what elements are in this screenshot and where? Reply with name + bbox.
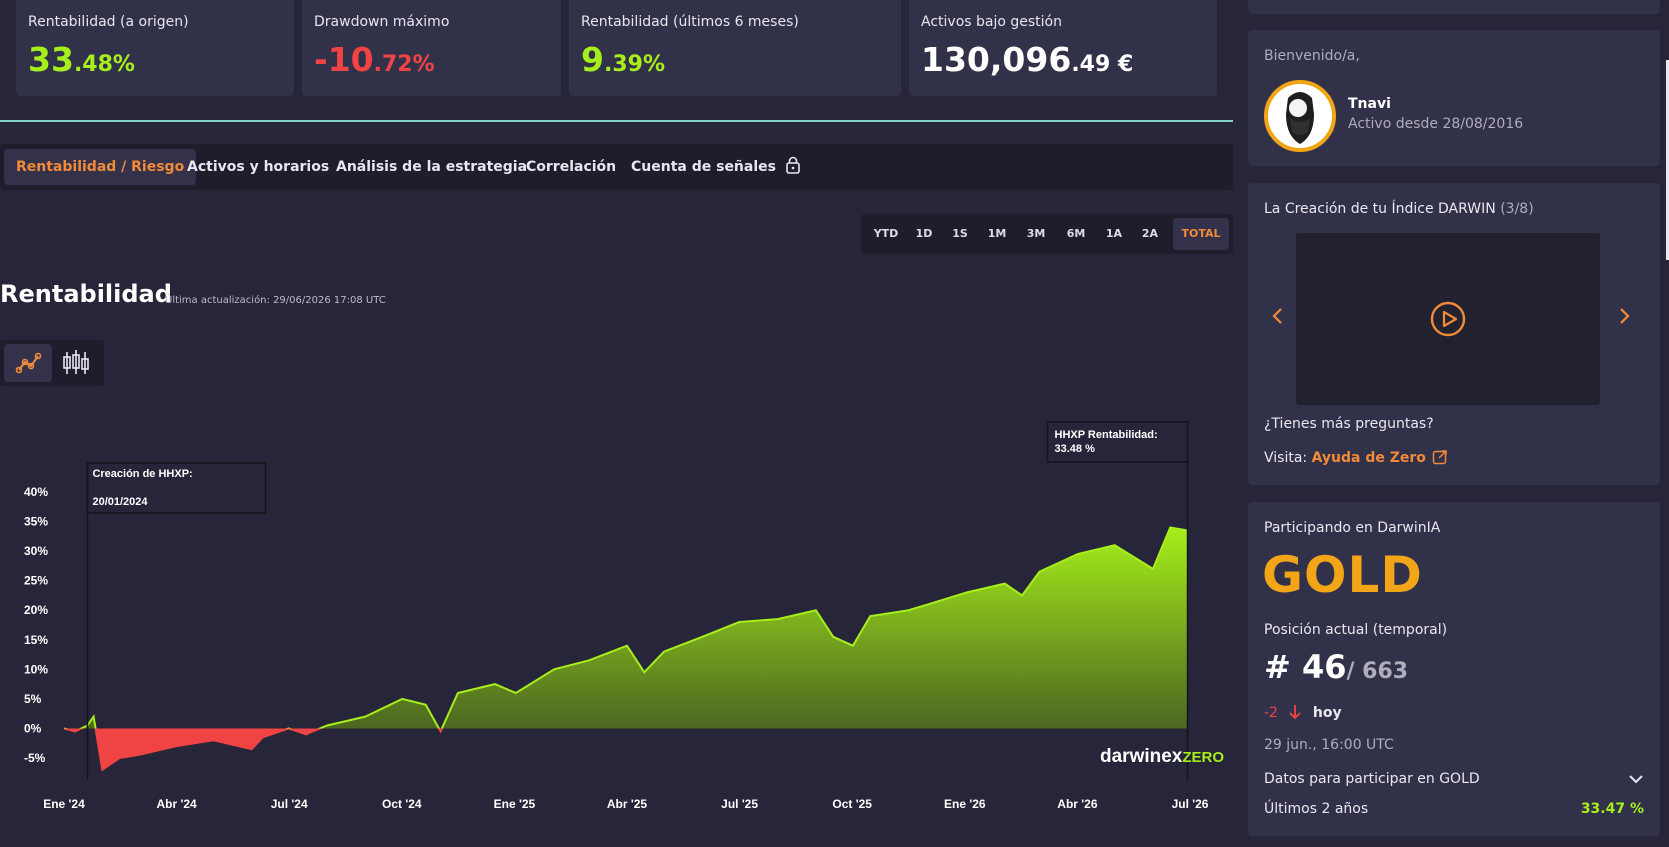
last-update: Última actualización: 29/06/2026 17:08 U… bbox=[165, 295, 386, 306]
y-tick-label: 20% bbox=[24, 603, 48, 617]
index-card-title: La Creación de tu Índice DARWIN (3/8) bbox=[1264, 201, 1534, 217]
y-tick-label: -5% bbox=[24, 751, 46, 765]
y-tick-label: 35% bbox=[24, 515, 48, 529]
kpi-value: 130,096.49 € bbox=[921, 40, 1134, 79]
y-tick-label: 40% bbox=[24, 485, 48, 499]
y-tick-label: 25% bbox=[24, 574, 48, 588]
avatar-image bbox=[1286, 92, 1314, 144]
chart-title: Rentabilidad bbox=[0, 280, 172, 308]
kpi-label: Drawdown máximo bbox=[314, 14, 450, 30]
time-range-selector: YTD 1D 1S 1M 3M 6M 1A 2A TOTAL bbox=[861, 214, 1233, 254]
kpi-value: 33.48% bbox=[28, 40, 135, 79]
section-divider bbox=[0, 120, 1233, 122]
x-tick-label: Jul '24 bbox=[271, 797, 308, 811]
kpi-value: 9.39% bbox=[581, 40, 665, 79]
rank: # 46/ 663 bbox=[1264, 648, 1409, 686]
kpi-label: Activos bajo gestión bbox=[921, 14, 1062, 30]
range-6m[interactable]: 6M bbox=[1059, 218, 1093, 250]
range-total[interactable]: TOTAL bbox=[1173, 218, 1229, 250]
kpi-card-6m-return: Rentabilidad (últimos 6 meses) 9.39% bbox=[569, 0, 901, 96]
x-tick-label: Ene '26 bbox=[944, 797, 986, 811]
darwinia-title: Participando en DarwinIA bbox=[1264, 520, 1441, 536]
y-tick-label: 30% bbox=[24, 544, 48, 558]
chevron-down-icon bbox=[1629, 775, 1643, 784]
video-player[interactable] bbox=[1296, 233, 1600, 405]
end-annotation-title: HHXP Rentabilidad: bbox=[1055, 429, 1158, 441]
details-toggle[interactable]: Datos para participar en GOLD bbox=[1264, 771, 1644, 787]
candlestick-chart-button[interactable] bbox=[52, 344, 100, 382]
chevron-right-icon bbox=[1620, 308, 1630, 324]
position-label: Posición actual (temporal) bbox=[1264, 622, 1448, 638]
range-3m[interactable]: 3M bbox=[1019, 218, 1053, 250]
x-tick-label: Jul '25 bbox=[721, 797, 758, 811]
kpi-value: -10.72% bbox=[314, 40, 435, 79]
chevron-left-icon bbox=[1272, 308, 1282, 324]
help-link[interactable]: Ayuda de Zero bbox=[1312, 450, 1426, 466]
welcome-greeting: Bienvenido/a, bbox=[1264, 48, 1360, 64]
candlestick-icon bbox=[63, 350, 89, 374]
start-annotation-title: Creación de HHXP: bbox=[92, 468, 192, 480]
x-tick-label: Abr '24 bbox=[156, 797, 197, 811]
tab-analisis-estrategia[interactable]: Análisis de la estrategia bbox=[324, 149, 539, 185]
x-tick-label: Jul '26 bbox=[1172, 797, 1209, 811]
help-question: ¿Tienes más preguntas? bbox=[1264, 416, 1434, 432]
y-tick-label: 15% bbox=[24, 633, 48, 647]
tab-label: Cuenta de señales bbox=[631, 159, 776, 175]
tab-bar: Rentabilidad / Riesgo Activos y horarios… bbox=[0, 144, 1233, 190]
prev-arrow[interactable] bbox=[1270, 306, 1284, 330]
tab-correlacion[interactable]: Correlación bbox=[514, 149, 628, 185]
details-label: Datos para participar en GOLD bbox=[1264, 771, 1480, 787]
darwinia-card: Participando en DarwinIA GOLD Posición a… bbox=[1248, 502, 1660, 836]
user-name: Tnavi bbox=[1348, 96, 1391, 112]
y-tick-label: 5% bbox=[24, 692, 42, 706]
x-tick-label: Ene '25 bbox=[494, 797, 536, 811]
tab-activos-horarios[interactable]: Activos y horarios bbox=[175, 149, 341, 185]
arrow-down-icon bbox=[1289, 705, 1302, 720]
tab-rentabilidad-riesgo[interactable]: Rentabilidad / Riesgo bbox=[4, 149, 197, 185]
period-label: Últimos 2 años bbox=[1264, 801, 1369, 817]
range-1d[interactable]: 1D bbox=[909, 218, 939, 250]
x-tick-label: Oct '25 bbox=[832, 797, 872, 811]
end-annotation-box bbox=[1046, 421, 1189, 463]
next-arrow[interactable] bbox=[1618, 306, 1632, 330]
avatar[interactable] bbox=[1264, 80, 1336, 152]
lock-icon bbox=[786, 156, 800, 174]
chart-type-toggle bbox=[0, 340, 104, 386]
range-ytd[interactable]: YTD bbox=[867, 218, 905, 250]
y-tick-label: 0% bbox=[24, 721, 42, 735]
external-link-icon[interactable] bbox=[1432, 449, 1448, 465]
range-1m[interactable]: 1M bbox=[981, 218, 1013, 250]
kpi-label: Rentabilidad (a origen) bbox=[28, 14, 189, 30]
line-chart-icon bbox=[15, 352, 42, 374]
user-since: Activo desde 28/08/2016 bbox=[1348, 116, 1524, 132]
welcome-card: Bienvenido/a, Tnavi Activo desde 28/08/2… bbox=[1248, 30, 1660, 166]
kpi-card-drawdown: Drawdown máximo -10.72% bbox=[302, 0, 561, 96]
kpi-card-return: Rentabilidad (a origen) 33.48% bbox=[16, 0, 294, 96]
range-1s[interactable]: 1S bbox=[945, 218, 975, 250]
tier-label: GOLD bbox=[1262, 546, 1423, 604]
kpi-label: Rentabilidad (últimos 6 meses) bbox=[581, 14, 799, 30]
top-card-edge bbox=[1248, 0, 1660, 14]
range-2a[interactable]: 2A bbox=[1135, 218, 1165, 250]
watermark-brand: darwinexZERO bbox=[1100, 746, 1224, 767]
y-tick-label: 10% bbox=[24, 662, 48, 676]
line-chart-button[interactable] bbox=[4, 344, 52, 382]
range-1a[interactable]: 1A bbox=[1099, 218, 1129, 250]
x-tick-label: Oct '24 bbox=[382, 797, 422, 811]
x-tick-label: Abr '26 bbox=[1057, 797, 1098, 811]
rank-change: -2 hoy bbox=[1264, 705, 1342, 721]
x-tick-label: Ene '24 bbox=[43, 797, 85, 811]
tab-cuenta-senales[interactable]: Cuenta de señales bbox=[619, 149, 813, 185]
index-card: La Creación de tu Índice DARWIN (3/8) ¿T… bbox=[1248, 183, 1660, 485]
kpi-card-aum: Activos bajo gestión 130,096.49 € bbox=[909, 0, 1217, 96]
end-annotation-value: 33.48 % bbox=[1055, 443, 1096, 455]
rank-timestamp: 29 jun., 16:00 UTC bbox=[1264, 737, 1394, 753]
play-icon bbox=[1430, 301, 1466, 337]
help-visit: Visita: Ayuda de Zero bbox=[1264, 449, 1448, 466]
returns-chart[interactable]: 40% 35% 30% 25% 20% 15% 10% 5% 0% -5% Ene '24 Abr … bbox=[0, 410, 1240, 830]
x-tick-label: Abr '25 bbox=[607, 797, 648, 811]
start-annotation-date: 20/01/2024 bbox=[92, 496, 148, 508]
period-value: 33.47 % bbox=[1580, 801, 1644, 817]
